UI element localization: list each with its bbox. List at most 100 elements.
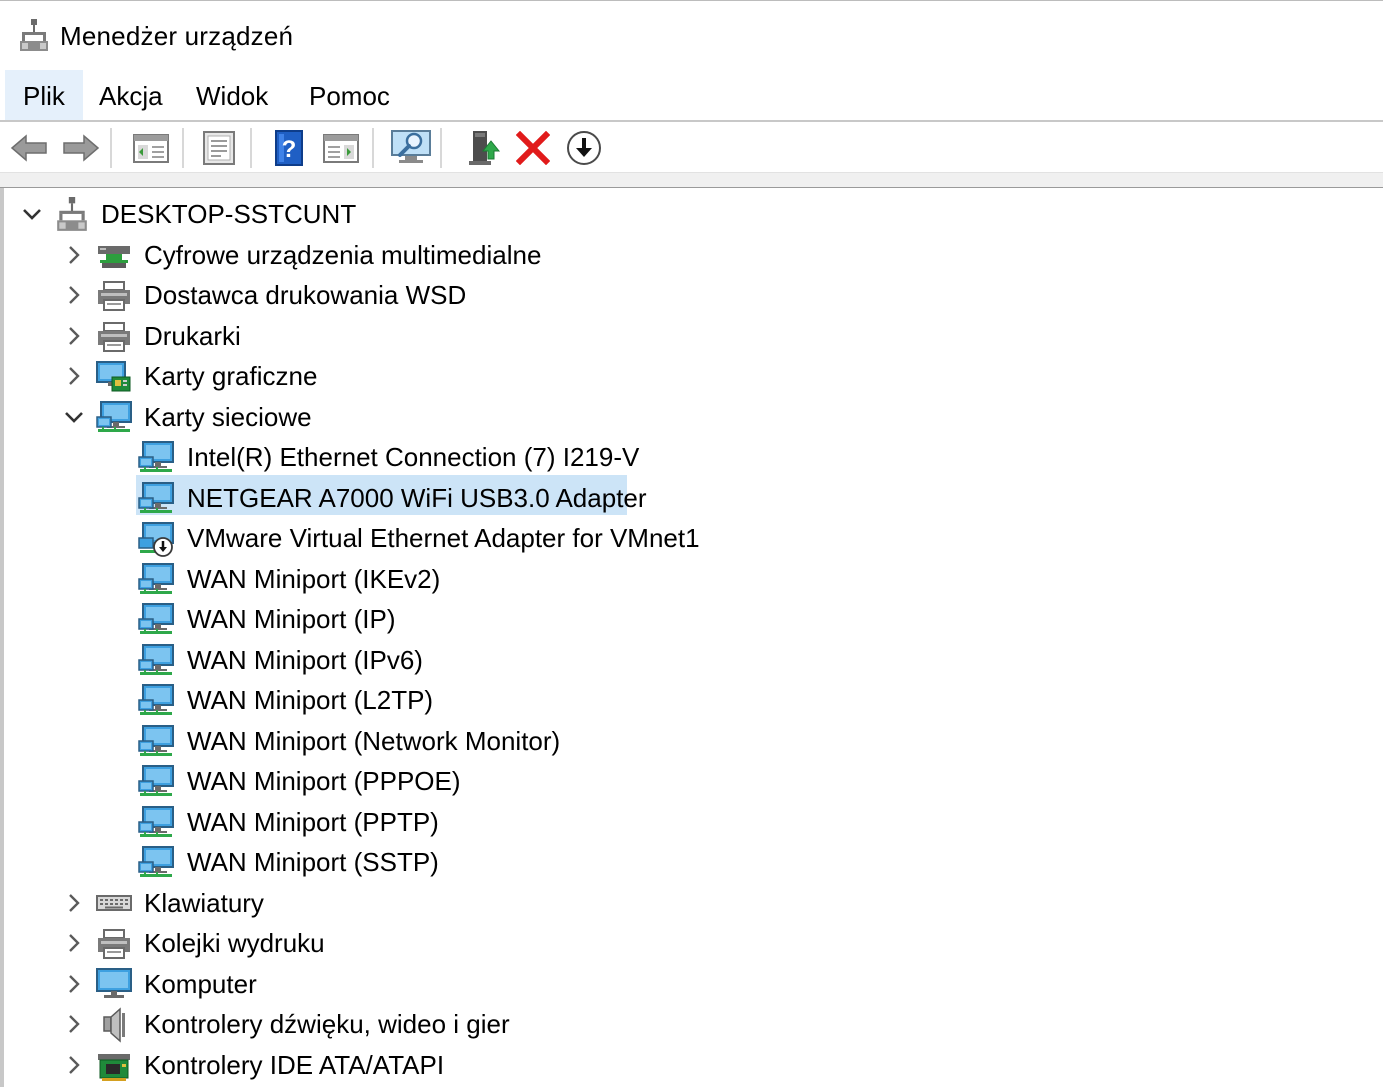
forward-button[interactable] (60, 128, 102, 168)
back-button[interactable] (8, 128, 50, 168)
printer-icon (96, 926, 132, 962)
action-pane-icon (323, 134, 359, 163)
ide-controller-icon (96, 1048, 132, 1084)
menu-akcja[interactable]: Akcja (81, 70, 181, 120)
tree-item-cyfrowe-urzadzenia-multimedialne[interactable]: Cyfrowe urządzenia multimedialne (4, 235, 1374, 275)
toolbar-separator (110, 128, 112, 168)
update-driver-icon (469, 131, 501, 165)
menu-pomoc[interactable]: Pomoc (291, 70, 408, 120)
tree-item-karty-sieciowe[interactable]: Karty sieciowe (4, 397, 1374, 437)
keyboard-icon (96, 886, 132, 922)
tree-item-label: NETGEAR A7000 WiFi USB3.0 Adapter (187, 482, 647, 513)
network-adapter-icon (138, 764, 174, 800)
tree-item-label: WAN Miniport (IP) (187, 604, 396, 634)
chevron-right-icon[interactable] (62, 324, 86, 348)
network-adapter-icon (138, 440, 174, 476)
tree-item-label: Drukarki (144, 320, 241, 351)
tree-item-wan-miniport-pppoe[interactable]: WAN Miniport (PPPOE) (4, 761, 1374, 801)
tree-item-wan-miniport-l2tp[interactable]: WAN Miniport (L2TP) (4, 680, 1374, 720)
tree-item-label: Kontrolery IDE ATA/ATAPI (144, 1049, 445, 1080)
chevron-right-icon[interactable] (62, 1053, 86, 1077)
tree-item-vmware-virtual-ethernet-adapter-for-vmnet1[interactable]: VMware Virtual Ethernet Adapter for VMne… (4, 518, 1374, 558)
toolbar-separator (440, 128, 442, 168)
help-button[interactable]: ? (268, 128, 310, 168)
tree-item-wan-miniport-ipv6[interactable]: WAN Miniport (IPv6) (4, 640, 1374, 680)
disable-device-button[interactable] (563, 128, 605, 168)
network-adapter-icon (138, 562, 174, 598)
tree-item-label: WAN Miniport (SSTP) (187, 847, 439, 877)
multimedia-device-icon (96, 238, 132, 274)
menu-bar: Plik Akcja Widok Pomoc (0, 70, 1383, 120)
tree-item-komputer[interactable]: Komputer (4, 964, 1374, 1004)
tree-item-dostawca-drukowania-wsd[interactable]: Dostawca drukowania WSD (4, 275, 1374, 315)
toolbar: ? (0, 122, 1383, 172)
tree-item-wan-miniport-ip[interactable]: WAN Miniport (IP) (4, 599, 1374, 639)
tree-item-kolejki-wydruku[interactable]: Kolejki wydruku (4, 923, 1374, 963)
network-adapter-icon (138, 805, 174, 841)
tree-item-intel-r-ethernet-connection-7-i219-v[interactable]: Intel(R) Ethernet Connection (7) I219-V (4, 437, 1374, 477)
tree-item-wan-miniport-network-monitor[interactable]: WAN Miniport (Network Monitor) (4, 721, 1374, 761)
chevron-right-icon[interactable] (62, 243, 86, 267)
tree-item-label: Klawiatury (144, 887, 264, 918)
computer-network-icon (54, 197, 90, 233)
tree-item-label: Intel(R) Ethernet Connection (7) I219-V (187, 442, 640, 472)
tree-item-label: VMware Virtual Ethernet Adapter for VMne… (187, 523, 700, 553)
chevron-right-icon[interactable] (62, 1012, 86, 1036)
update-driver-button[interactable] (462, 128, 504, 168)
tree-item-wan-miniport-pptp[interactable]: WAN Miniport (PPTP) (4, 802, 1374, 842)
uninstall-device-button[interactable] (512, 128, 554, 168)
tree-item-netgear-a7000-wifi-usb3-0-adapter[interactable]: NETGEAR A7000 WiFi USB3.0 Adapter (4, 478, 1374, 518)
speaker-icon (96, 1007, 132, 1043)
chevron-right-icon[interactable] (62, 972, 86, 996)
network-adapter-icon (138, 845, 174, 881)
tree-item-label: WAN Miniport (IPv6) (187, 644, 423, 675)
menu-plik[interactable]: Plik (5, 70, 83, 120)
tree-item-wan-miniport-ikev2[interactable]: WAN Miniport (IKEv2) (4, 559, 1374, 599)
scan-hardware-button[interactable] (390, 128, 432, 168)
chevron-down-icon[interactable] (62, 405, 86, 429)
tree-item-kontrolery-ide-ata-atapi[interactable]: Kontrolery IDE ATA/ATAPI (4, 1045, 1374, 1085)
network-adapter-icon (138, 602, 174, 638)
chevron-right-icon[interactable] (62, 891, 86, 915)
tree-item-karty-graficzne[interactable]: Karty graficzne (4, 356, 1374, 396)
toolbar-separator (182, 128, 184, 168)
chevron-right-icon[interactable] (62, 931, 86, 955)
monitor-scan-icon (391, 130, 431, 163)
menu-widok[interactable]: Widok (178, 70, 286, 120)
toolbar-bottom-border (0, 172, 1383, 188)
chevron-down-icon[interactable] (20, 202, 44, 226)
network-adapter-icon (138, 481, 174, 517)
download-circle-icon (567, 131, 601, 165)
printer-icon (96, 319, 132, 355)
tree-item-label: WAN Miniport (PPTP) (187, 806, 439, 837)
properties-button[interactable] (198, 128, 240, 168)
svg-text:?: ? (282, 136, 297, 163)
tree-item-label: DESKTOP-SSTCUNT (101, 199, 357, 229)
properties-icon (203, 131, 235, 165)
tree-item-label: WAN Miniport (IKEv2) (187, 563, 441, 594)
network-adapter-icon (138, 683, 174, 719)
tree-item-desktop-sstcunt[interactable]: DESKTOP-SSTCUNT (4, 194, 1374, 234)
tree-item-label: Komputer (144, 968, 257, 999)
printer-icon (96, 278, 132, 314)
tree-item-label: Karty sieciowe (144, 401, 312, 432)
help-icon: ? (275, 130, 303, 166)
monitor-icon (96, 967, 132, 1003)
chevron-right-icon[interactable] (62, 364, 86, 388)
device-manager-icon (18, 19, 50, 58)
show-hide-action-pane-button[interactable] (320, 128, 362, 168)
tree-item-wan-miniport-sstp[interactable]: WAN Miniport (SSTP) (4, 842, 1374, 882)
tree-item-kontrolery-dzwieku-wideo-i-gier[interactable]: Kontrolery dźwięku, wideo i gier (4, 1004, 1374, 1044)
console-tree-icon (133, 134, 169, 163)
red-x-icon (516, 131, 550, 165)
tree-item-label: WAN Miniport (Network Monitor) (187, 725, 561, 756)
chevron-right-icon[interactable] (62, 283, 86, 307)
show-hide-console-tree-button[interactable] (130, 128, 172, 168)
toolbar-separator (372, 128, 374, 168)
tree-item-klawiatury[interactable]: Klawiatury (4, 883, 1374, 923)
tree-item-drukarki[interactable]: Drukarki (4, 316, 1374, 356)
tree-item-label: Cyfrowe urządzenia multimedialne (144, 239, 542, 270)
network-adapter-icon (138, 643, 174, 679)
toolbar-separator (250, 128, 252, 168)
tree-item-label: WAN Miniport (PPPOE) (187, 766, 461, 796)
